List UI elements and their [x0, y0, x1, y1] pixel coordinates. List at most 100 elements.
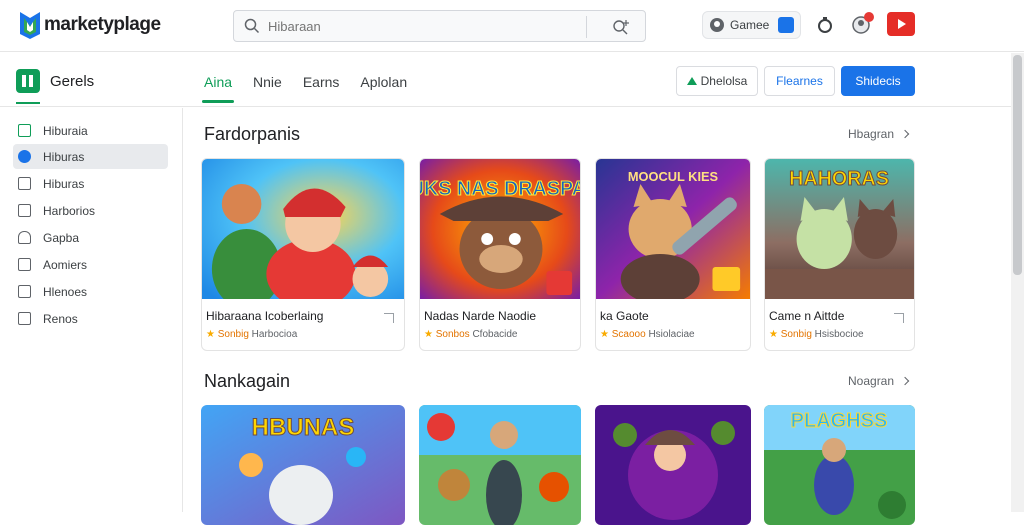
- account-avatar: [710, 18, 724, 32]
- apps-heading[interactable]: Gerels: [16, 69, 94, 93]
- card-meta: ★ Sonbig Hsisbocioe: [769, 329, 864, 340]
- sidebar-item-calendar[interactable]: Renos: [13, 306, 168, 331]
- app-card[interactable]: [595, 405, 751, 525]
- sidebar-item-label: Gapba: [43, 230, 80, 245]
- filter-button-label: Dhelolsa: [700, 74, 748, 88]
- tab-nnie[interactable]: Nnie: [253, 74, 282, 90]
- rating-label: Sonbig: [780, 329, 812, 340]
- card-art-text: PLAGHSS: [791, 410, 888, 432]
- share-icon[interactable]: [384, 313, 394, 323]
- app-thumbnail: [202, 159, 404, 299]
- app-card[interactable]: NUKS NAS DRASPAIS Nadas Narde Naodie ★ S…: [419, 158, 581, 351]
- section-more-link[interactable]: Noagran: [848, 374, 910, 388]
- lock-icon: [18, 231, 31, 244]
- apps-icon: [16, 69, 40, 93]
- rating-label: Sonbos: [435, 329, 470, 340]
- tab-bar: Aina Nnie Earns Aplolan: [201, 74, 428, 103]
- app-thumbnail: NUKS NAS DRASPAIS: [420, 159, 580, 299]
- download-icon[interactable]: [778, 17, 794, 33]
- star-icon: ★: [206, 329, 215, 340]
- search-divider: [586, 16, 587, 38]
- card-title: ka Gaote: [600, 309, 649, 323]
- card-art-text: HAHORAS: [789, 168, 889, 190]
- card-category: Hsisbocioe: [814, 329, 864, 340]
- calendar-icon: [18, 312, 31, 325]
- app-card[interactable]: [419, 405, 581, 525]
- section-title: Fardorpanis: [204, 124, 301, 144]
- card-category: Cfobacide: [472, 329, 518, 340]
- sidebar-item-label: Hiburas: [43, 149, 85, 164]
- search-box[interactable]: [233, 10, 646, 42]
- card-art-text: HBUNAS: [252, 414, 355, 441]
- scrollbar-thumb[interactable]: [1013, 55, 1022, 275]
- tab-aplolan[interactable]: Aplolan: [360, 74, 407, 90]
- sidebar-item-label: Harborios: [43, 203, 96, 218]
- features-button-label: Flearnes: [776, 74, 823, 88]
- section-more-label: Hbagran: [848, 127, 895, 141]
- refresh-icon[interactable]: [814, 14, 836, 36]
- rating-label: Scaooo: [611, 329, 646, 340]
- sidebar-item-movies[interactable]: Hiburas: [13, 171, 168, 196]
- chevron-right-icon: [900, 129, 910, 139]
- card-category: Harbocioa: [251, 329, 298, 340]
- card-meta: ★ Scaooo Hsiolaciae: [600, 329, 695, 340]
- logo-text: marketyplage: [44, 14, 161, 35]
- section-title: Nankagain: [204, 371, 291, 391]
- card-title: Hibaraana Icoberlaing: [206, 309, 324, 323]
- account-label: Gamee: [730, 18, 770, 32]
- list-icon: [18, 258, 31, 271]
- app-thumbnail: HBUNAS: [201, 405, 405, 525]
- sidebar-item-games[interactable]: Hiburas: [13, 144, 168, 169]
- voice-search-icon[interactable]: [611, 18, 631, 36]
- primary-action-button[interactable]: Shidecis: [841, 66, 915, 96]
- app-card[interactable]: Hibaraana Icoberlaing ★ Sonbig Harbocioa: [201, 158, 405, 351]
- sidebar-item-list-1[interactable]: Aomiers: [13, 252, 168, 277]
- app-card[interactable]: HBUNAS: [201, 405, 405, 525]
- app-card[interactable]: MOOCUL KIES ka Gaote ★ Scaooo Hsiolaciae: [595, 158, 751, 351]
- play-triangle-icon: [686, 77, 697, 85]
- star-icon: ★: [769, 329, 778, 340]
- sidebar-item-lock[interactable]: Gapba: [13, 225, 168, 250]
- section-more-link[interactable]: Hbagran: [848, 127, 910, 141]
- sidebar-item-books[interactable]: Harborios: [13, 198, 168, 223]
- card-art-text: MOOCUL KIES: [628, 169, 719, 184]
- app-thumbnail: [595, 405, 751, 525]
- sidebar-item-label: Hiburas: [43, 176, 85, 191]
- tab-aina[interactable]: Aina: [201, 74, 235, 103]
- features-button[interactable]: Flearnes: [764, 66, 835, 96]
- app-thumbnail: HAHORAS: [765, 159, 914, 299]
- search-icon: [244, 18, 260, 34]
- sidebar-item-list-2[interactable]: Hlenoes: [13, 279, 168, 304]
- card-art-text: NUKS NAS DRASPAIS: [420, 178, 580, 200]
- account-button[interactable]: Gamee: [702, 11, 801, 39]
- search-input[interactable]: [268, 18, 568, 34]
- list-icon: [18, 285, 31, 298]
- sidebar-item-apps[interactable]: Hiburaia: [13, 118, 168, 143]
- sidebar: Hiburaia Hiburas Hiburas Harborios Gapba…: [0, 108, 183, 512]
- app-thumbnail: MOOCUL KIES: [596, 159, 750, 299]
- youtube-icon[interactable]: [887, 12, 915, 36]
- apps-underline: [16, 102, 40, 104]
- movies-icon: [18, 177, 31, 190]
- card-category: Hsiolaciae: [648, 329, 695, 340]
- tab-earns[interactable]: Earns: [303, 74, 340, 90]
- logo-mark-icon: [20, 12, 40, 39]
- star-icon: ★: [424, 329, 433, 340]
- rating-label: Sonbig: [217, 329, 249, 340]
- app-thumbnail: PLAGHSS: [764, 405, 915, 525]
- card-title: Nadas Narde Naodie: [424, 309, 537, 323]
- sidebar-item-label: Aomiers: [43, 257, 88, 272]
- card-title: Came n Aittde: [769, 309, 845, 323]
- card-meta: ★ Sonbos Cfobacide: [424, 329, 517, 340]
- games-icon: [18, 150, 31, 163]
- sidebar-item-label: Hlenoes: [43, 284, 88, 299]
- top-bar: marketyplage Gamee: [0, 0, 1024, 52]
- filter-button[interactable]: Dhelolsa: [676, 66, 758, 96]
- star-icon: ★: [600, 329, 609, 340]
- app-card[interactable]: HAHORAS Came n Aittde ★ Sonbig Hsisbocio…: [764, 158, 915, 351]
- sidebar-item-label: Hiburaia: [43, 123, 88, 138]
- logo[interactable]: marketyplage: [18, 9, 161, 41]
- share-icon[interactable]: [894, 313, 904, 323]
- app-card[interactable]: PLAGHSS: [764, 405, 915, 525]
- scrollbar[interactable]: [1011, 53, 1024, 512]
